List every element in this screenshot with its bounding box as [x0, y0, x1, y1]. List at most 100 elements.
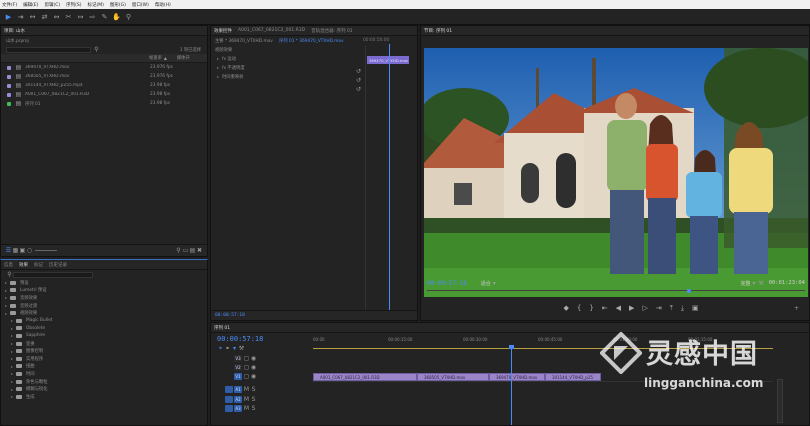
project-item[interactable]: ▤ 301144_VTXHD_p255.mp4 23.98 fps	[1, 81, 207, 90]
track-target-button[interactable]: A2	[234, 396, 242, 403]
column-media-start[interactable]: 媒体开	[177, 55, 190, 61]
disclosure-triangle-icon[interactable]: ▸	[11, 349, 13, 354]
effects-tab[interactable]: 历史记录	[49, 262, 67, 268]
button-editor-icon[interactable]: +	[793, 305, 800, 312]
eye-icon[interactable]: ◉	[250, 355, 257, 362]
go-to-in-icon[interactable]: ⇤	[602, 304, 608, 312]
snap-icon[interactable]: ⌖	[217, 345, 224, 352]
menu-item[interactable]: 文件(F)	[2, 2, 17, 8]
program-scrubber[interactable]	[427, 289, 805, 294]
selection-tool-icon[interactable]: ▶	[4, 12, 13, 21]
track-target-button[interactable]: A1	[234, 385, 242, 393]
menu-item[interactable]: 标记(M)	[88, 2, 104, 8]
extract-icon[interactable]: ⤓	[681, 304, 684, 313]
effects-tab[interactable]: 标记	[34, 262, 43, 268]
ec-effect-row[interactable]: ▸ fx 不透明度	[211, 63, 417, 72]
label-color-swatch[interactable]	[7, 65, 11, 70]
mark-in-icon[interactable]: {	[577, 304, 581, 312]
project-tab[interactable]: 项目: 山水	[4, 28, 25, 34]
freeform-view-icon[interactable]: ▣	[19, 247, 26, 254]
disclosure-triangle-icon[interactable]: ▸	[11, 371, 13, 376]
eye-icon[interactable]: ◉	[250, 373, 257, 380]
disclosure-triangle-icon[interactable]: ▸	[217, 56, 219, 61]
disclosure-triangle-icon[interactable]: ▸	[11, 394, 13, 399]
label-color-swatch[interactable]	[7, 74, 11, 79]
menu-item[interactable]: 编辑(E)	[23, 2, 38, 8]
effects-folder[interactable]: ▸ 杂色与颗粒	[1, 378, 207, 386]
track-target-button[interactable]: V1	[234, 373, 242, 380]
effects-folder[interactable]: ▸ 预设	[1, 279, 207, 287]
playhead-handle[interactable]	[509, 345, 514, 349]
ec-reset-icon-2[interactable]: ↺	[355, 77, 362, 84]
effects-folder[interactable]: ▸ 图像控制	[1, 347, 207, 355]
column-frame-rate[interactable]: 帧速率	[149, 55, 162, 61]
disclosure-triangle-icon[interactable]: ▸	[11, 326, 13, 331]
project-item[interactable]: ▤ 368505_VTXHD.mov 23.976 fps	[1, 72, 207, 81]
menu-item[interactable]: 帮助(H)	[155, 2, 171, 8]
track-select-tool-icon[interactable]: ⇥	[16, 12, 25, 21]
source-patch-button[interactable]	[225, 396, 233, 403]
effects-tab[interactable]: 信息	[4, 262, 13, 268]
new-bin-icon[interactable]: ▭	[182, 247, 189, 254]
effect-controls-tab[interactable]: A001_C067_0821C2_001.R3D	[238, 28, 305, 33]
disclosure-triangle-icon[interactable]: ▸	[217, 65, 219, 70]
menu-item[interactable]: 剪辑(C)	[44, 2, 60, 8]
mute-icon[interactable]: M	[243, 396, 250, 403]
program-playhead[interactable]	[687, 289, 691, 293]
ec-clip-bar[interactable]: 369470_VTXHD.mov	[367, 56, 409, 64]
program-video-frame[interactable]	[424, 48, 808, 297]
ec-reset-icon-3[interactable]: ↺	[355, 86, 362, 93]
step-back-icon[interactable]: ◀	[616, 304, 621, 312]
effect-controls-tab[interactable]: 效果控件	[214, 28, 232, 34]
list-view-icon[interactable]: ☰	[5, 247, 12, 254]
effects-folder[interactable]: ▸ Obsolete	[1, 325, 207, 333]
disclosure-triangle-icon[interactable]: ▸	[5, 311, 7, 316]
quality-dropdown[interactable]: 完整	[741, 280, 751, 287]
label-color-swatch[interactable]	[7, 92, 11, 97]
ec-timecode[interactable]: 00:00:57:18	[215, 313, 245, 318]
solo-icon[interactable]: S	[250, 386, 257, 393]
source-patch-button[interactable]	[225, 385, 233, 393]
source-patch-button[interactable]	[225, 355, 233, 362]
ripple-edit-tool-icon[interactable]: ↔	[28, 12, 37, 21]
track-target-button[interactable]: V3	[234, 355, 242, 362]
track-target-button[interactable]: A3	[234, 405, 242, 412]
effects-folder[interactable]: ▸ Sapphire	[1, 332, 207, 340]
solo-icon[interactable]: S	[250, 405, 257, 412]
sync-lock-icon[interactable]: ▢	[243, 373, 250, 380]
label-color-swatch[interactable]	[7, 83, 11, 88]
solo-icon[interactable]: S	[250, 396, 257, 403]
effects-folder[interactable]: ▸ 视频效果	[1, 309, 207, 317]
add-marker-icon[interactable]: ◆	[563, 304, 568, 312]
zoom-slider-icon[interactable]: ○	[26, 247, 33, 254]
eye-icon[interactable]: ◉	[250, 364, 257, 371]
go-to-out-icon[interactable]: ⇥	[656, 304, 662, 312]
slide-tool-icon[interactable]: ⇨	[88, 12, 97, 21]
track-target-button[interactable]: V2	[234, 364, 242, 371]
sync-lock-icon[interactable]: ▢	[243, 364, 250, 371]
timeline-settings-icon[interactable]: ⚒	[238, 345, 245, 352]
sync-lock-icon[interactable]: ▢	[243, 355, 250, 362]
ec-target-clip[interactable]: 序列 01 * 369470_VTXHD.mov	[279, 38, 363, 44]
project-item[interactable]: ▤ A001_C067_0821C2_001.R3D 23.98 fps	[1, 90, 207, 99]
icon-view-icon[interactable]: ▦	[12, 247, 19, 254]
disclosure-triangle-icon[interactable]: ▸	[11, 364, 13, 369]
lift-icon[interactable]: ⤒	[670, 304, 673, 313]
disclosure-triangle-icon[interactable]: ▸	[5, 303, 7, 308]
disclosure-triangle-icon[interactable]: ▸	[11, 356, 13, 361]
ec-effect-row[interactable]: ▸ 时间重映射	[211, 72, 417, 81]
hand-tool-icon[interactable]: ✋	[112, 12, 121, 21]
quality-chevron-icon[interactable]: ▾	[751, 280, 758, 287]
source-patch-button[interactable]	[225, 405, 233, 412]
project-search-input[interactable]	[6, 46, 91, 53]
effects-folder[interactable]: ▸ 模糊与锐化	[1, 385, 207, 393]
zoom-slider[interactable]	[35, 250, 57, 251]
clip-368505[interactable]: 368505_VTXHD.mov	[417, 373, 489, 381]
new-item-icon[interactable]: ▤	[189, 247, 196, 254]
effects-folder[interactable]: ▸ Magic Bullet	[1, 317, 207, 325]
timeline-tab[interactable]: 序列 01	[214, 325, 230, 331]
effects-folder[interactable]: ▸ 实用程序	[1, 355, 207, 363]
mute-icon[interactable]: M	[243, 386, 250, 393]
disclosure-triangle-icon[interactable]: ▸	[11, 341, 13, 346]
clip-a001[interactable]: A001_C067_0821C2_001.R3D	[313, 373, 417, 381]
